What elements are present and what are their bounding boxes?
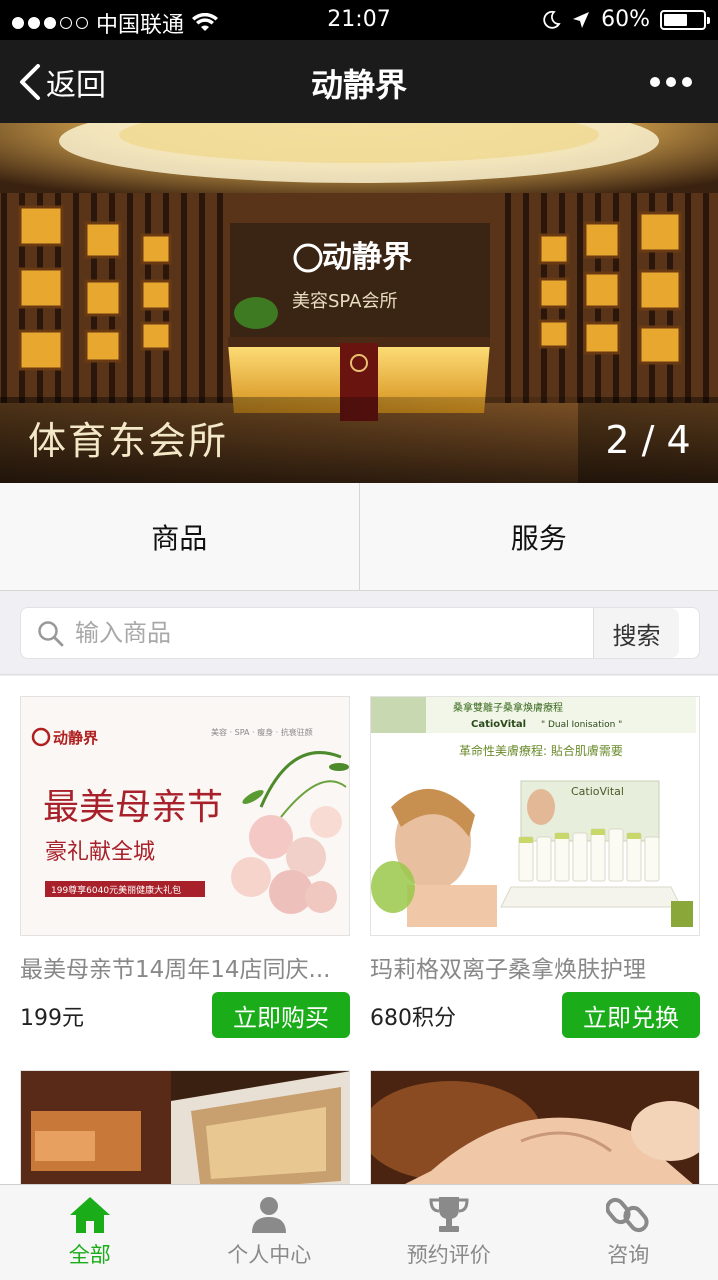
bottom-tab-bar: 全部 个人中心 预约评价 咨询 bbox=[0, 1184, 718, 1280]
banner-title: 体育东会所 bbox=[28, 419, 229, 463]
product-footer: 680积分 立即兑换 bbox=[370, 992, 700, 1038]
tabbar-consult[interactable]: 咨询 bbox=[539, 1185, 718, 1280]
buy-now-button[interactable]: 立即购买 bbox=[212, 992, 350, 1038]
location-arrow-icon bbox=[573, 11, 590, 28]
banner-page-counter: 2 / 4 bbox=[578, 397, 718, 483]
product-image[interactable] bbox=[370, 1070, 700, 1184]
catiovital-poster: 桑拿雙離子桑拿煥膚療程 CatioVital " Dual Ionisation… bbox=[371, 697, 699, 935]
tab-goods[interactable]: 商品 bbox=[0, 483, 359, 590]
moon-icon bbox=[543, 10, 561, 29]
product-card: 动静界 美容 · SPA · 瘦身 · 抗衰驻颜 最美母亲节 豪礼献全城 199… bbox=[20, 696, 350, 1038]
product-price: 680积分 bbox=[370, 1006, 456, 1031]
chevron-left-icon bbox=[20, 64, 40, 100]
search-button[interactable]: 搜索 bbox=[593, 608, 679, 658]
back-button[interactable]: 返回 bbox=[18, 60, 106, 104]
product-image[interactable]: 动静界 美容 · SPA · 瘦身 · 抗衰驻颜 最美母亲节 豪礼献全城 199… bbox=[20, 696, 350, 936]
poster-strip: 199尊享6040元美丽健康大礼包 bbox=[51, 884, 181, 896]
banner-sign-text: 动静界 bbox=[322, 240, 412, 275]
poster-subtitle: 革命性美膚療程: 貼合肌膚需要 bbox=[459, 743, 623, 758]
tab-services[interactable]: 服务 bbox=[358, 483, 718, 590]
poster-tagline: 豪礼献全城 bbox=[45, 840, 155, 865]
category-tabs: 商品 服务 bbox=[0, 483, 718, 591]
page-title: 动静界 bbox=[310, 66, 407, 104]
back-label: 返回 bbox=[46, 68, 106, 103]
banner-carousel[interactable]: 动静界 美容SPA会所 体育东会所 2 / 4 bbox=[0, 123, 718, 483]
poster-box-brand: CatioVital bbox=[571, 785, 624, 798]
battery-percent: 60% bbox=[601, 7, 650, 32]
trophy-icon bbox=[429, 1197, 469, 1232]
poster-brand: 动静界 bbox=[53, 729, 98, 747]
status-right: 60% bbox=[541, 7, 710, 32]
search-bar: 搜索 bbox=[0, 591, 718, 675]
product-image[interactable] bbox=[20, 1070, 350, 1184]
facial-massage-image bbox=[371, 1071, 699, 1184]
user-icon bbox=[252, 1197, 287, 1233]
product-card bbox=[20, 1070, 350, 1184]
tabbar-label: 咨询 bbox=[607, 1243, 650, 1267]
banner-sign-sub: 美容SPA会所 bbox=[292, 291, 397, 312]
spa-room-image bbox=[21, 1071, 349, 1184]
more-menu-button[interactable] bbox=[646, 68, 696, 96]
product-name[interactable]: 最美母亲节14周年14店同庆... bbox=[20, 950, 350, 984]
search-input[interactable] bbox=[75, 608, 595, 658]
battery-icon bbox=[660, 9, 710, 30]
tabbar-profile[interactable]: 个人中心 bbox=[180, 1185, 360, 1280]
home-icon bbox=[69, 1197, 110, 1233]
link-icon bbox=[606, 1197, 649, 1233]
mothers-day-poster: 动静界 美容 · SPA · 瘦身 · 抗衰驻颜 最美母亲节 豪礼献全城 199… bbox=[21, 697, 349, 935]
tabbar-label: 预约评价 bbox=[406, 1243, 491, 1267]
nav-bar: 返回 动静界 bbox=[0, 40, 718, 123]
product-footer: 199元 立即购买 bbox=[20, 992, 350, 1038]
poster-brand-line: CatioVital bbox=[471, 719, 526, 730]
search-icon bbox=[38, 621, 64, 647]
battery-level bbox=[664, 13, 687, 26]
product-image[interactable]: 桑拿雙離子桑拿煥膚療程 CatioVital " Dual Ionisation… bbox=[370, 696, 700, 936]
product-card: 桑拿雙離子桑拿煥膚療程 CatioVital " Dual Ionisation… bbox=[370, 696, 700, 1038]
poster-heading: 桑拿雙離子桑拿煥膚療程 bbox=[453, 701, 563, 714]
product-card bbox=[370, 1070, 700, 1184]
search-box: 搜索 bbox=[20, 607, 700, 659]
redeem-now-button[interactable]: 立即兑换 bbox=[562, 992, 700, 1038]
product-price: 199元 bbox=[20, 1006, 84, 1031]
poster-tags: 美容 · SPA · 瘦身 · 抗衰驻颜 bbox=[211, 727, 313, 737]
tabbar-reviews[interactable]: 预约评价 bbox=[359, 1185, 539, 1280]
tabbar-label: 全部 bbox=[68, 1243, 111, 1267]
more-dots-icon bbox=[650, 77, 660, 87]
tabbar-all[interactable]: 全部 bbox=[0, 1185, 180, 1280]
status-bar: 中国联通 21:07 60% bbox=[0, 0, 718, 40]
poster-headline: 最美母亲节 bbox=[43, 787, 223, 828]
product-name[interactable]: 玛莉格双离子桑拿焕肤护理 bbox=[370, 950, 700, 984]
tabbar-label: 个人中心 bbox=[227, 1243, 312, 1267]
product-grid: 动静界 美容 · SPA · 瘦身 · 抗衰驻颜 最美母亲节 豪礼献全城 199… bbox=[0, 676, 718, 1184]
poster-brand-sub: " Dual Ionisation " bbox=[541, 720, 622, 730]
